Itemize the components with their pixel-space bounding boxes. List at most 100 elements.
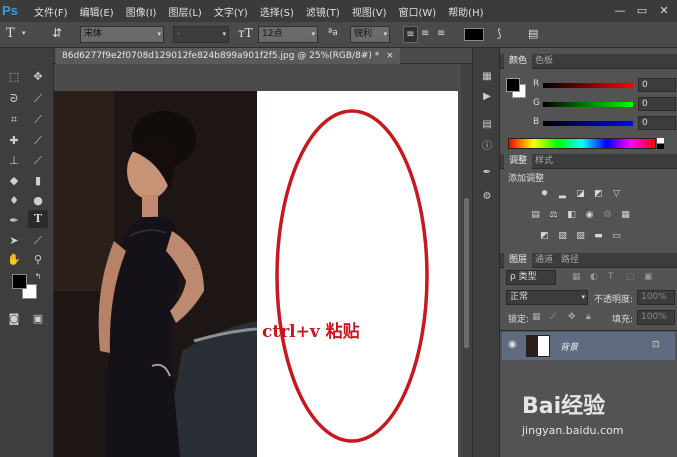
history-brush-icon[interactable]: ⟋ <box>28 152 48 170</box>
layer-name[interactable]: 背景 <box>560 340 578 353</box>
type-tool-icon[interactable]: T <box>6 26 15 43</box>
minimize-button[interactable]: — <box>611 3 629 18</box>
character-panel-icon[interactable]: ▤ <box>528 26 538 43</box>
black-white-ramp[interactable] <box>657 138 664 149</box>
tab-swatches[interactable]: 色板 <box>530 54 558 69</box>
clone-stamp-icon[interactable]: ⊥ <box>4 152 24 170</box>
lasso-icon[interactable]: ᘐ <box>4 90 24 108</box>
black-white-icon[interactable]: ◧ <box>565 210 578 221</box>
marquee-icon[interactable]: ⬚ <box>4 68 24 86</box>
menu-view[interactable]: 视图(V) <box>352 4 387 19</box>
color-balance-icon[interactable]: ⚖ <box>547 210 560 221</box>
tab-paths[interactable]: 路径 <box>556 253 584 268</box>
brush-settings-icon[interactable]: ✒ <box>479 166 495 180</box>
font-family-select[interactable]: 宋体 ▾ <box>80 26 164 43</box>
layer-row-background[interactable]: ◉ 背景 ⊡ <box>502 332 675 360</box>
move-icon[interactable]: ✥ <box>28 68 48 86</box>
document-canvas[interactable]: ctrl+v 粘贴 <box>54 91 458 457</box>
menu-layer[interactable]: 图层(L) <box>168 4 201 19</box>
brush-icon[interactable]: ⟋ <box>28 132 48 150</box>
actions-play-icon[interactable]: ▶ <box>479 90 495 104</box>
align-left-icon[interactable]: ≡ <box>403 26 418 43</box>
fg-color-chip[interactable] <box>506 78 520 92</box>
menu-image[interactable]: 图像(I) <box>126 4 157 19</box>
restore-button[interactable]: ▭ <box>633 3 651 18</box>
fill-input[interactable]: 100% <box>637 310 675 325</box>
screen-mode-icon[interactable]: ▣ <box>28 310 48 328</box>
menu-edit[interactable]: 编辑(E) <box>80 4 114 19</box>
channel-mixer-icon[interactable]: ♲ <box>601 210 614 221</box>
threshold-icon[interactable]: ▨ <box>574 231 587 242</box>
green-gradient[interactable] <box>543 102 633 107</box>
blue-slider[interactable]: B 0 <box>528 116 677 132</box>
tab-adjustments[interactable]: 调整 <box>504 154 533 169</box>
pen-icon[interactable]: ✒ <box>4 212 24 230</box>
hand-icon[interactable]: ✋ <box>4 251 24 269</box>
font-size-select[interactable]: 12点 ▾ <box>258 26 318 43</box>
opacity-input[interactable]: 100% <box>637 290 675 305</box>
healing-brush-icon[interactable]: ✚ <box>4 132 24 150</box>
filter-shape-icon[interactable]: ⬚ <box>626 272 635 282</box>
vibrance-icon[interactable]: ▽ <box>610 189 623 200</box>
blur-icon[interactable]: ♦ <box>4 192 24 210</box>
tab-color[interactable]: 颜色 <box>504 54 533 69</box>
document-tab[interactable]: 86d6277f9e2f0708d129012fe824b899a901f2f5… <box>56 48 400 64</box>
zoom-icon[interactable]: ⚲ <box>28 251 48 269</box>
selective-color-icon[interactable]: ▭ <box>610 231 623 242</box>
clone-source-icon[interactable]: ⚙ <box>479 190 495 204</box>
blue-gradient[interactable] <box>543 121 633 126</box>
posterize-icon[interactable]: ▧ <box>556 231 569 242</box>
close-button[interactable]: ✕ <box>655 3 673 18</box>
curves-icon[interactable]: ◪ <box>574 189 587 200</box>
antialias-select[interactable]: 锐利 ▾ <box>350 26 390 43</box>
green-value[interactable]: 0 <box>638 97 676 111</box>
exposure-icon[interactable]: ◩ <box>592 189 605 200</box>
crop-icon[interactable]: ⌗ <box>4 111 24 129</box>
red-gradient[interactable] <box>543 83 633 88</box>
filter-type-icon[interactable]: T <box>608 272 614 282</box>
menu-help[interactable]: 帮助(H) <box>448 4 483 19</box>
lock-position-icon[interactable]: ✥ <box>568 312 576 322</box>
font-style-select[interactable]: - ▾ <box>173 26 229 43</box>
close-tab-icon[interactable]: × <box>386 51 394 61</box>
text-color-swatch[interactable] <box>464 28 484 41</box>
tab-channels[interactable]: 通道 <box>530 253 558 268</box>
menu-filter[interactable]: 滤镜(T) <box>306 4 340 19</box>
gradient-icon[interactable]: ▮ <box>28 172 48 190</box>
lock-all-icon[interactable]: 🔒︎ <box>586 312 591 322</box>
quick-mask-icon[interactable]: ◙ <box>4 310 24 328</box>
menu-window[interactable]: 窗口(W) <box>398 4 436 19</box>
color-spectrum-bar[interactable] <box>508 138 656 149</box>
hue-saturation-icon[interactable]: ▤ <box>529 210 542 221</box>
levels-icon[interactable]: ▂ <box>556 189 569 200</box>
tab-styles[interactable]: 样式 <box>530 154 558 169</box>
tab-layers[interactable]: 图层 <box>504 253 533 268</box>
line-icon[interactable]: ⟋ <box>28 232 48 250</box>
warp-text-icon[interactable]: ⟆ <box>497 26 501 43</box>
lock-transparent-icon[interactable]: ▦ <box>532 312 541 322</box>
blend-mode-select[interactable]: 正常 ▾ <box>506 290 588 305</box>
history-icon[interactable]: ▦ <box>479 70 495 84</box>
brightness-icon[interactable]: ✹ <box>538 189 551 200</box>
type-icon[interactable]: T <box>28 210 48 228</box>
tool-preset-arrow-icon[interactable]: ▾ <box>22 26 26 43</box>
foreground-color-swatch[interactable] <box>12 274 27 289</box>
gradient-map-icon[interactable]: ▬ <box>592 231 605 242</box>
menu-select[interactable]: 选择(S) <box>260 4 294 19</box>
blue-value[interactable]: 0 <box>638 116 676 130</box>
filter-adjust-icon[interactable]: ◐ <box>590 272 598 282</box>
color-lookup-icon[interactable]: ▦ <box>619 210 632 221</box>
info-icon[interactable]: ⓘ <box>479 140 495 154</box>
eye-visibility-icon[interactable]: ◉ <box>508 339 517 350</box>
eyedropper-icon[interactable]: ⟋ <box>28 111 48 129</box>
filter-pixel-icon[interactable]: ▦ <box>572 272 581 282</box>
vertical-scrollbar[interactable] <box>461 64 472 457</box>
filter-smart-icon[interactable]: ▣ <box>644 272 653 282</box>
properties-icon[interactable]: ▤ <box>479 118 495 132</box>
quick-select-icon[interactable]: ⟋ <box>28 90 48 108</box>
lock-image-icon[interactable]: ⟋ <box>550 312 556 322</box>
align-right-icon[interactable]: ≡ <box>437 26 445 43</box>
align-center-icon[interactable]: ≡ <box>421 26 429 43</box>
photo-filter-icon[interactable]: ◉ <box>583 210 596 221</box>
eraser-icon[interactable]: ◆ <box>4 172 24 190</box>
